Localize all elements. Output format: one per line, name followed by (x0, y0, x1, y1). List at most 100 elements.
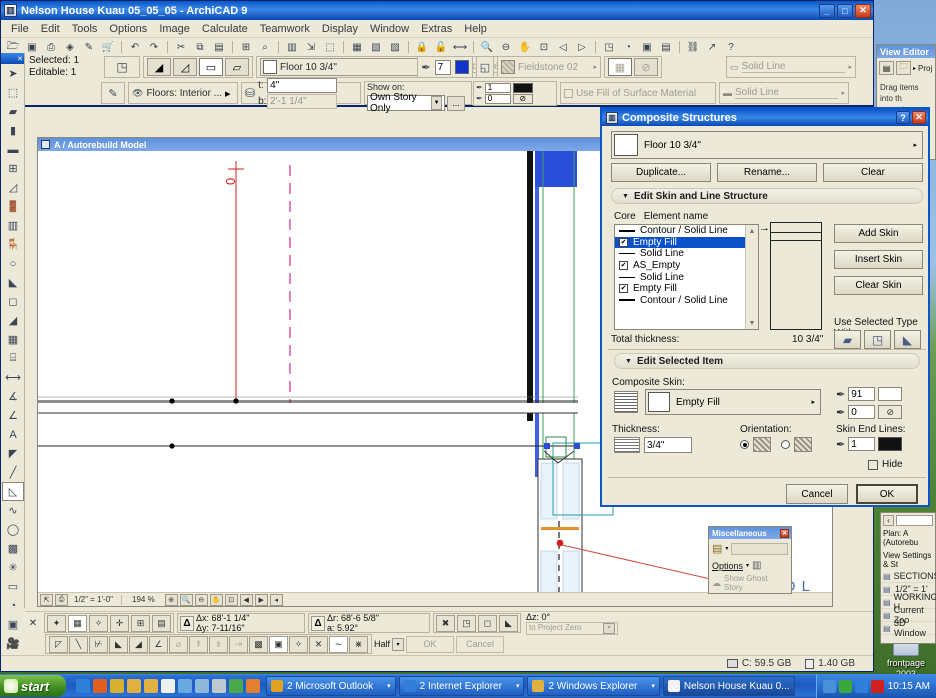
group-suspend-button[interactable]: ▩ (249, 635, 268, 653)
curve-node-button[interactable]: ∼ (329, 635, 348, 653)
element-type-button[interactable]: ◳ (104, 56, 140, 78)
zoom-out-icon[interactable]: ⊖ (194, 593, 208, 606)
chevron-down-icon[interactable]: ▾ (603, 622, 615, 634)
shield-icon[interactable] (229, 679, 243, 693)
insert-skin-button[interactable]: Insert Skin (834, 250, 923, 269)
camera-tool[interactable]: 🎥 (2, 634, 24, 653)
zoom-detail-icon[interactable]: ⊕ (164, 593, 178, 606)
line-tool[interactable]: ╱ (2, 463, 24, 482)
misc-options-label[interactable]: Options (712, 561, 743, 571)
skin-row[interactable]: ✔ AS_Empty (615, 260, 758, 272)
composite-name-field[interactable]: Floor 10 3/4" ▸ (611, 131, 923, 159)
chevron-right-icon[interactable]: ▸ (841, 89, 845, 97)
chevron-right-icon[interactable]: ▸ (593, 63, 597, 71)
cancel-button[interactable]: Cancel (456, 635, 505, 653)
skin-row[interactable]: Solid Line (615, 271, 758, 283)
network-icon[interactable] (195, 679, 209, 693)
roof-tool[interactable]: ◣ (2, 273, 24, 292)
orientation-fixed[interactable] (740, 437, 771, 452)
lamp-tool[interactable]: ○ (2, 254, 24, 273)
skin-background-pen-input[interactable]: 0 (848, 405, 876, 419)
chevron-right-icon[interactable]: ▸ (913, 141, 917, 149)
fit-in-window-icon[interactable]: ⊡ (224, 593, 238, 606)
ghost-settings-icon[interactable]: ▥ (752, 560, 761, 571)
thickness-input[interactable]: 3/4" (644, 437, 692, 453)
mail-tray-icon[interactable] (870, 679, 884, 693)
skin-row[interactable]: Solid Line (615, 248, 758, 260)
section-edit-skin-header[interactable]: ▼ Edit Skin and Line Structure (611, 188, 923, 204)
orientation-flexible-radio[interactable] (781, 440, 790, 449)
delete-node-button[interactable]: ✕ (309, 635, 328, 653)
archicad-icon[interactable] (161, 679, 175, 693)
skin-row[interactable]: ✔ Empty Fill (615, 236, 758, 249)
furniture-tool[interactable]: 🪑 (2, 235, 24, 254)
origin-button[interactable]: ✛ (110, 614, 129, 632)
chevron-down-icon[interactable]: ▼ (622, 193, 629, 200)
firefox-icon[interactable] (93, 679, 107, 693)
parallel-button[interactable]: ⊬ (89, 635, 108, 653)
grid-snap-button[interactable]: ▦ (68, 614, 87, 632)
dialog-help-button[interactable]: ? (896, 111, 910, 124)
menu-item-edit[interactable]: Edit (35, 21, 66, 37)
folder2-icon[interactable] (144, 679, 158, 693)
fill-background-none-icon[interactable]: ⊘ (512, 93, 533, 104)
perpendicular-button[interactable]: ╲ (69, 635, 88, 653)
dialog-close-button[interactable]: ✕ (912, 111, 926, 124)
layer-lock-button[interactable]: ✎ (101, 82, 125, 104)
magic-wand-button[interactable]: ✧ (289, 635, 308, 653)
offset-button[interactable]: ◣ (109, 635, 128, 653)
skin-core-checkbox[interactable]: ✔ (619, 261, 628, 271)
dy-value[interactable]: 7-11/16" (212, 623, 245, 633)
menu-item-window[interactable]: Window (364, 21, 415, 37)
shield-tray-icon[interactable] (838, 679, 852, 693)
fill-pattern-button[interactable]: ▦ (608, 58, 632, 76)
options-arrow-icon[interactable]: ▾ (746, 562, 749, 569)
skin-list-scrollbar[interactable]: ▲ ▼ (745, 225, 758, 329)
multi-offset-button[interactable]: ◢ (129, 635, 148, 653)
navigator-row[interactable]: ▤ SECTIONS (881, 570, 936, 583)
roof-type-icon[interactable]: ◣ (894, 330, 921, 349)
ie-icon[interactable] (76, 679, 90, 693)
taskbar-item-archicad[interactable]: Nelson House Kuau 0... (662, 676, 795, 696)
grid-button[interactable]: ⊞ (131, 614, 150, 632)
prev-zoom-icon[interactable]: ◀ (239, 593, 253, 606)
hotspot-tool[interactable]: ✳ (2, 558, 24, 577)
split-node-button[interactable]: ⋇ (349, 635, 368, 653)
page-setup-icon[interactable]: ⎙ (55, 593, 68, 606)
layer-field[interactable]: 👁 Floors: Interior ... ▸ (128, 82, 238, 104)
circle-tool[interactable]: ◯ (2, 520, 24, 539)
volume-tray-icon[interactable] (854, 679, 868, 693)
skin-end-pen-input[interactable]: 1 (848, 437, 876, 451)
pan-icon[interactable]: ✋ (209, 593, 223, 606)
angle-button[interactable]: ∠ (149, 635, 168, 653)
pen-preview-group[interactable]: ✒ 7 (417, 56, 473, 78)
composite-structure-field[interactable]: Floor 10 3/4" ▸ (256, 56, 436, 78)
story-up-icon[interactable]: ⇱ (40, 593, 53, 606)
slab-tool[interactable]: ◿ (2, 178, 24, 197)
skin-row[interactable]: Contour / Solid Line (615, 225, 758, 237)
menu-item-teamwork[interactable]: Teamwork (254, 21, 316, 37)
section-edit-item-header[interactable]: ▼ Edit Selected Item (614, 353, 920, 369)
align-z-button[interactable]: ⇥ (229, 635, 248, 653)
angle-bisector-button[interactable]: ◸ (49, 635, 68, 653)
skin-row[interactable]: ✔ Empty Fill (615, 283, 758, 295)
taskbar-item-arrow[interactable]: ▾ (651, 682, 655, 690)
view-settings-icon[interactable]: ▤ (879, 61, 894, 75)
chevron-right-icon[interactable]: ▸ (848, 63, 852, 71)
clear-skin-button[interactable]: Clear Skin (834, 276, 923, 295)
skin-foreground-swatch[interactable] (878, 387, 903, 401)
fill-foreground-swatch[interactable] (512, 82, 533, 93)
magnet-button[interactable]: ▣ (269, 635, 288, 653)
gravity-off-icon[interactable]: ✖ (436, 614, 455, 632)
wall-type-icon[interactable]: ▰ (834, 330, 861, 349)
player-icon[interactable] (110, 679, 124, 693)
dialog-cancel-button[interactable]: Cancel (786, 484, 848, 504)
elev-top-input[interactable]: 4" (267, 77, 338, 93)
gravity-slab-icon[interactable]: ◳ (457, 614, 476, 632)
misc-close-icon[interactable]: ✕ (780, 528, 789, 538)
fill-background-pen-input[interactable]: 0 (484, 93, 511, 104)
nav-prev-icon[interactable]: ◂ (269, 593, 283, 606)
align-y-button[interactable]: ⇟ (209, 635, 228, 653)
half-dropdown-icon[interactable]: ▾ (392, 637, 405, 651)
pen-color-swatch[interactable] (454, 60, 469, 74)
